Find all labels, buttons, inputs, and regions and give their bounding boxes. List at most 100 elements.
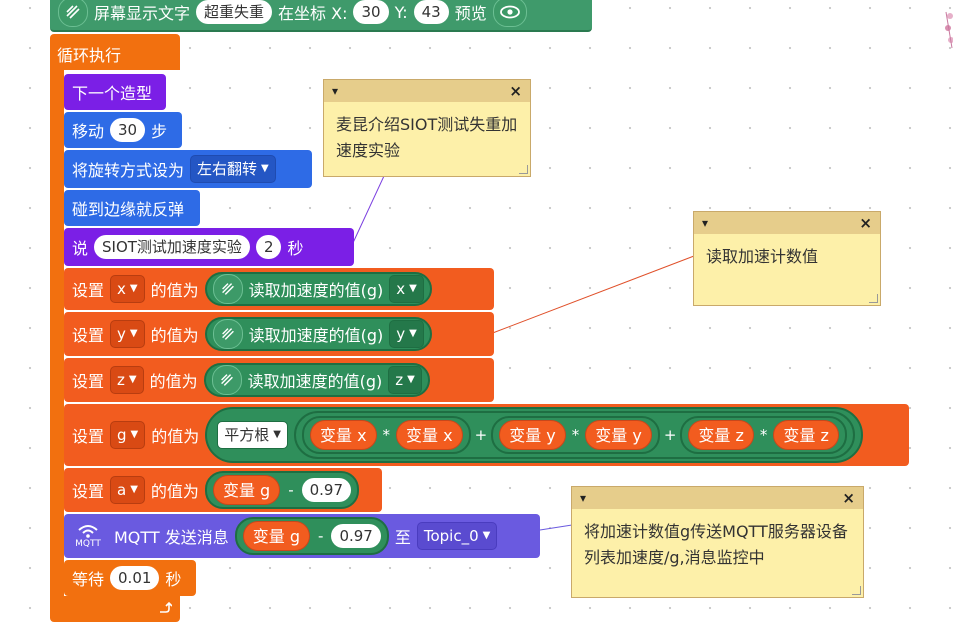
variable-g-reporter[interactable]: 变量 g [242,521,311,551]
set-y-block[interactable]: 设置 y ▼ 的值为 读取加速度的值(g) y ▼ [64,312,494,356]
axis-value: z [395,371,404,389]
comment-note[interactable]: ▾ × 麦昆介绍SIOT测试失重加速度实验 [323,79,531,177]
y-coord-input[interactable]: 43 [413,0,449,24]
preview-label: 预览 [454,4,487,23]
read-accel-reporter[interactable]: 读取加速度的值(g) y ▼ [204,317,432,351]
comment-header[interactable]: ▾ × [694,212,880,234]
variable-name: a [117,481,127,499]
say-text-input[interactable]: SIOT测试加速度实验 [94,235,250,259]
variable-x-reporter[interactable]: 变量 x [309,420,377,450]
sum-reporter[interactable]: 变量 x * 变量 x + 变量 y * 变量 y + 变量 z * 变量 z [293,411,855,459]
resize-handle-icon[interactable] [519,165,528,174]
set-label: 设置 [72,427,105,446]
axis-dropdown-z[interactable]: z ▼ [388,366,422,394]
accelerometer-icon [212,274,243,304]
comment-note[interactable]: ▾ × 读取加速计数值 [693,211,881,306]
collapse-icon[interactable]: ▾ [332,84,338,98]
read-accel-reporter[interactable]: 读取加速度的值(g) x ▼ [204,272,432,306]
mqtt-publish-block[interactable]: MQTT MQTT 发送消息 变量 g - 0.97 至 Topic_0 ▼ [64,514,540,558]
wait-secs-block[interactable]: 等待 0.01 秒 [64,560,196,596]
collapse-icon[interactable]: ▾ [702,216,708,230]
variable-dropdown-g[interactable]: g ▼ [110,421,146,449]
collapse-icon[interactable]: ▾ [580,491,586,505]
accelerometer-icon [58,0,88,27]
y-coord-label: Y: [394,2,408,22]
display-text-input[interactable]: 超重失重 [196,0,273,24]
resize-handle-icon[interactable] [869,294,878,303]
wait-secs-input[interactable]: 0.01 [110,566,160,590]
variable-dropdown-y[interactable]: y ▼ [110,320,145,348]
accelerometer-icon [212,319,243,349]
axis-dropdown-x[interactable]: x ▼ [389,275,424,303]
mqtt-icon-label: MQTT [75,539,101,549]
subtract-reporter[interactable]: 变量 g - 0.97 [204,471,360,509]
screen-display-block[interactable]: 屏幕显示文字 超重失重 在坐标 X: 30 Y: 43 预览 [50,0,592,32]
move-steps-input[interactable]: 30 [110,118,146,142]
product-x-reporter[interactable]: 变量 x * 变量 x [301,416,471,454]
mqtt-publish-label: MQTT 发送消息 [114,528,229,547]
comment-text[interactable]: 麦昆介绍SIOT测试失重加速度实验 [324,102,530,174]
product-y-reporter[interactable]: 变量 y * 变量 y [491,416,660,454]
variable-z-reporter[interactable]: 变量 z [688,420,754,450]
chevron-down-icon: ▼ [129,328,138,339]
variable-dropdown-a[interactable]: a ▼ [110,476,145,504]
rotation-style-dropdown[interactable]: 左右翻转 ▼ [190,155,276,183]
subtract-value-input[interactable]: 0.97 [301,478,352,502]
rotation-style-block[interactable]: 将旋转方式设为 左右翻转 ▼ [64,150,312,188]
times-operator: * [759,426,768,444]
chevron-down-icon: ▼ [482,530,491,541]
variable-x-reporter[interactable]: 变量 x [396,420,463,450]
times-operator: * [571,426,580,444]
comment-text[interactable]: 读取加速计数值 [694,234,880,280]
chevron-down-icon: ▼ [407,374,415,385]
rotation-style-label: 将旋转方式设为 [72,161,185,180]
sqrt-reporter[interactable]: 平方根 ▼ 变量 x * 变量 x + 变量 y * 变量 y + 变量 z *… [205,407,863,463]
bounce-on-edge-block[interactable]: 碰到边缘就反弹 [64,190,200,226]
comment-note[interactable]: ▾ × 将加速计数值g传送MQTT服务器设备列表加速度/g,消息监控中 [571,486,864,598]
variable-dropdown-x[interactable]: x ▼ [110,275,145,303]
read-accel-label: 读取加速度的值(g) [247,372,383,391]
variable-dropdown-z[interactable]: z ▼ [110,366,144,394]
set-label: 设置 [72,482,105,501]
comment-header[interactable]: ▾ × [324,80,530,102]
move-steps-block[interactable]: 移动 30 步 [64,112,182,148]
product-z-reporter[interactable]: 变量 z * 变量 z [680,416,847,454]
variable-y-reporter[interactable]: 变量 y [585,420,652,450]
times-operator: * [382,426,391,444]
accelerometer-icon [211,365,242,395]
bounce-label: 碰到边缘就反弹 [72,200,185,219]
variable-g-reporter[interactable]: 变量 g [212,475,281,505]
set-z-block[interactable]: 设置 z ▼ 的值为 读取加速度的值(g) z ▼ [64,358,494,402]
x-coord-input[interactable]: 30 [353,0,389,24]
set-label: 设置 [72,281,105,300]
axis-value: y [396,325,406,343]
variable-y-reporter[interactable]: 变量 y [499,420,566,450]
chevron-down-icon: ▼ [261,163,269,174]
read-accel-reporter[interactable]: 读取加速度的值(g) z ▼ [203,363,430,397]
mqtt-topic-dropdown[interactable]: Topic_0 ▼ [416,522,498,550]
set-x-block[interactable]: 设置 x ▼ 的值为 读取加速度的值(g) x ▼ [64,268,494,310]
close-icon[interactable]: × [509,82,522,100]
set-a-block[interactable]: 设置 a ▼ 的值为 变量 g - 0.97 [64,468,382,512]
comment-header[interactable]: ▾ × [572,487,863,509]
axis-dropdown-y[interactable]: y ▼ [389,320,424,348]
subtract-value-input[interactable]: 0.97 [331,524,381,548]
comment-text[interactable]: 将加速计数值g传送MQTT服务器设备列表加速度/g,消息监控中 [572,509,863,581]
close-icon[interactable]: × [859,214,872,232]
sprite-thumbnail[interactable] [940,8,953,52]
subtract-reporter[interactable]: 变量 g - 0.97 [234,517,389,555]
variable-z-reporter[interactable]: 变量 z [773,420,839,450]
math-op-dropdown[interactable]: 平方根 ▼ [217,421,288,449]
close-icon[interactable]: × [842,489,855,507]
wait-label: 等待 [72,570,105,589]
set-g-block[interactable]: 设置 g ▼ 的值为 平方根 ▼ 变量 x * 变量 x + 变量 y * 变量… [64,404,909,466]
next-costume-block[interactable]: 下一个造型 [64,74,166,110]
resize-handle-icon[interactable] [852,586,861,595]
next-costume-label: 下一个造型 [72,84,153,103]
say-for-secs-block[interactable]: 说 SIOT测试加速度实验 2 秒 [64,228,354,266]
eye-icon[interactable] [492,0,527,27]
say-secs-input[interactable]: 2 [255,235,282,259]
mqtt-to-label: 至 [394,528,411,547]
mqtt-icon: MQTT [68,523,108,549]
variable-name: g [117,426,127,444]
